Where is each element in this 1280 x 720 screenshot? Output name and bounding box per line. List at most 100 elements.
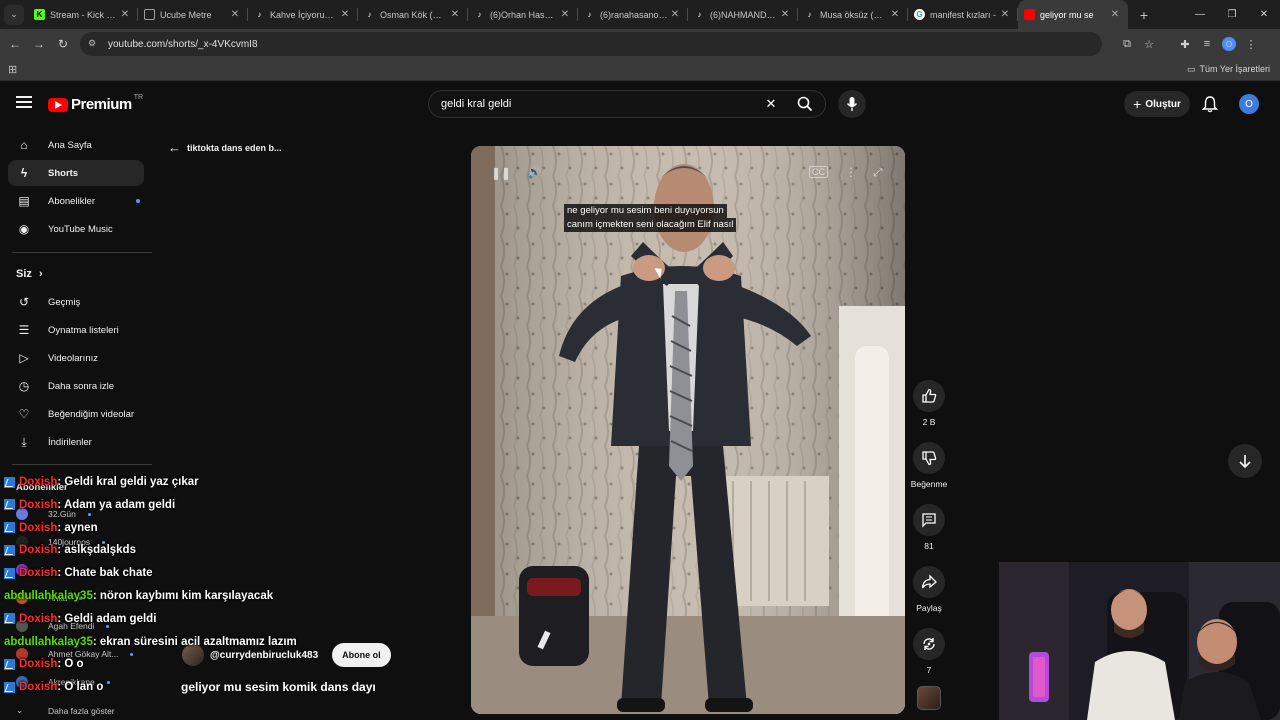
chat-username[interactable]: Doxish: [19, 613, 57, 625]
clear-search-icon[interactable]: ✕: [757, 96, 785, 112]
address-bar[interactable]: ⚙ youtube.com/shorts/_x-4VKcvmI8: [80, 32, 1102, 56]
you-section-heading[interactable]: Siz ›: [16, 268, 43, 280]
browser-tab[interactable]: ♪ (6)NAHMANDAYI ✕: [688, 0, 798, 29]
chat-username[interactable]: Doxish: [19, 476, 57, 488]
shorts-video-player[interactable]: ❚❚ 🔊 CC ⋮ ⤢ ne geliyor mu sesim beni duy…: [471, 146, 905, 714]
chat-username[interactable]: abdullahkalay35: [4, 636, 93, 648]
dislike-button[interactable]: Beğenme: [907, 442, 951, 489]
browser-tab[interactable]: K Stream - Kick Dashboard✕: [28, 0, 138, 29]
sidebar-item[interactable]: ◷ Daha sonra izle: [8, 373, 144, 399]
tiktok-icon: ♪: [367, 10, 372, 19]
hamburger-menu-icon[interactable]: [16, 96, 32, 110]
sidebar-item[interactable]: ▤ Abonelikler: [8, 188, 144, 214]
browser-tab[interactable]: ♪ (6)Orhan Hasanov ✕: [468, 0, 578, 29]
sidebar-item[interactable]: ⤓ İndirilenler: [8, 429, 144, 455]
sidebar-item-label: Ana Sayfa: [48, 139, 92, 151]
reload-icon[interactable]: ↻: [51, 37, 75, 51]
watch-later-icon: ◷: [18, 379, 30, 393]
search-box[interactable]: geldi kral geldi ✕: [428, 90, 826, 118]
tab-close-icon[interactable]: ✕: [888, 9, 902, 20]
show-more-button[interactable]: ⌄ Daha fazla göster: [16, 705, 115, 716]
tab-close-icon[interactable]: ✕: [228, 9, 242, 20]
chat-username[interactable]: Doxish: [19, 658, 57, 670]
playlist-icon: ☰: [18, 323, 30, 337]
browser-tab[interactable]: Ucube Metre ✕: [138, 0, 248, 29]
chat-message: Doxish: Geldi adam geldi: [4, 609, 156, 629]
browser-tab[interactable]: ♪ Musa öksüz (@fe ✕: [798, 0, 908, 29]
voice-search-button[interactable]: [838, 90, 866, 118]
sidebar-item-label: Geçmiş: [48, 296, 81, 308]
home-icon: ⌂: [20, 138, 28, 152]
share-button[interactable]: Paylaş: [907, 566, 951, 613]
tab-title: Kahve İçiyorum (@: [270, 9, 338, 20]
tab-close-icon[interactable]: ✕: [448, 9, 462, 20]
kick-icon: K: [34, 9, 45, 20]
tab-close-icon[interactable]: ✕: [338, 9, 352, 20]
more-options-icon[interactable]: ⋮: [845, 165, 857, 179]
tab-close-icon[interactable]: ✕: [998, 9, 1012, 20]
remix-button[interactable]: 7: [907, 628, 951, 675]
like-button[interactable]: 2 B: [907, 380, 951, 427]
chat-username[interactable]: Doxish: [19, 499, 57, 511]
notifications-bell-icon[interactable]: [1201, 95, 1219, 118]
new-tab-plus-icon[interactable]: +: [1132, 7, 1156, 23]
tab-close-icon[interactable]: ✕: [668, 9, 682, 20]
browser-tab[interactable]: geliyor mu se ✕: [1018, 0, 1128, 29]
sidebar-item[interactable]: ▷ Videolarınız: [8, 345, 144, 371]
tab-close-icon[interactable]: ✕: [778, 9, 792, 20]
create-button[interactable]: + Oluştur: [1124, 91, 1190, 117]
minimize-icon[interactable]: —: [1184, 9, 1216, 20]
tab-close-icon[interactable]: ✕: [118, 9, 132, 20]
search-input[interactable]: geldi kral geldi: [429, 98, 757, 110]
apps-grid-icon[interactable]: ⊞: [8, 63, 17, 76]
sound-thumbnail[interactable]: [917, 686, 941, 710]
tab-search-chevron-icon[interactable]: ⌄: [4, 4, 24, 25]
browser-profile-avatar[interactable]: O: [1222, 37, 1236, 51]
tab-title: Musa öksüz (@fe: [820, 9, 888, 20]
tiktok-icon: ♪: [257, 10, 262, 19]
site-settings-icon[interactable]: ⚙: [88, 38, 100, 50]
comments-button[interactable]: 81: [907, 504, 951, 551]
youtube-premium-logo[interactable]: Premium TR: [48, 94, 143, 113]
short-title[interactable]: geliyor mu sesim komik dans dayı: [181, 680, 376, 694]
sidebar-item[interactable]: ◉ YouTube Music: [8, 216, 144, 242]
fullscreen-icon[interactable]: ⤢: [873, 165, 883, 180]
all-bookmarks-link[interactable]: ▭ Tüm Yer İşaretleri: [1187, 64, 1270, 75]
chat-username[interactable]: Doxish: [19, 522, 57, 534]
subscribe-button[interactable]: Abone ol: [332, 643, 391, 667]
extensions-icon[interactable]: ✚: [1174, 38, 1196, 51]
sidebar-item[interactable]: ♡ Beğendiğim videolar: [8, 401, 144, 427]
sidebar-divider: [12, 252, 152, 253]
chat-username[interactable]: Doxish: [19, 544, 57, 556]
browser-tab[interactable]: ♪ Osman Kök (@mu ✕: [358, 0, 468, 29]
search-button[interactable]: [785, 91, 825, 117]
media-controls-icon[interactable]: ≡: [1196, 38, 1218, 50]
account-avatar[interactable]: O: [1239, 94, 1259, 114]
captions-icon[interactable]: CC: [809, 166, 828, 178]
volume-icon[interactable]: 🔊: [527, 165, 542, 179]
back-arrow-icon[interactable]: ←: [3, 37, 27, 51]
browser-tab[interactable]: ♪ (6)ranahasanova ✕: [578, 0, 688, 29]
browser-tab[interactable]: Gmanifest kızları - ✕: [908, 0, 1018, 29]
sidebar-item[interactable]: ↺ Geçmiş: [8, 289, 144, 315]
install-app-icon[interactable]: ⧉: [1116, 38, 1138, 51]
browser-tab[interactable]: ♪ Kahve İçiyorum (@✕: [248, 0, 358, 29]
sidebar-item[interactable]: ☰ Oynatma listeleri: [8, 317, 144, 343]
chat-username[interactable]: abdullahkalay35: [4, 590, 93, 602]
close-window-icon[interactable]: ✕: [1248, 9, 1280, 20]
chat-username[interactable]: Doxish: [19, 567, 57, 579]
browser-menu-icon[interactable]: ⋮: [1240, 38, 1262, 51]
chat-text: : O lan o: [57, 681, 104, 694]
chat-username[interactable]: Doxish: [19, 681, 57, 693]
bookmark-star-icon[interactable]: ☆: [1138, 38, 1160, 51]
tab-close-icon[interactable]: ✕: [558, 9, 572, 20]
chat-text: : Geldi kral geldi yaz çıkar: [57, 476, 199, 488]
back-to-results-link[interactable]: ← tiktokta dans eden b...: [168, 140, 282, 155]
tab-close-icon[interactable]: ✕: [1108, 9, 1122, 20]
pause-icon[interactable]: ❚❚: [491, 166, 511, 180]
sidebar-item[interactable]: ϟ Shorts: [8, 160, 144, 186]
next-short-button[interactable]: [1228, 444, 1262, 478]
forward-arrow-icon[interactable]: →: [27, 37, 51, 51]
restore-icon[interactable]: ❐: [1216, 9, 1248, 20]
sidebar-item[interactable]: ⌂ Ana Sayfa: [8, 132, 144, 158]
